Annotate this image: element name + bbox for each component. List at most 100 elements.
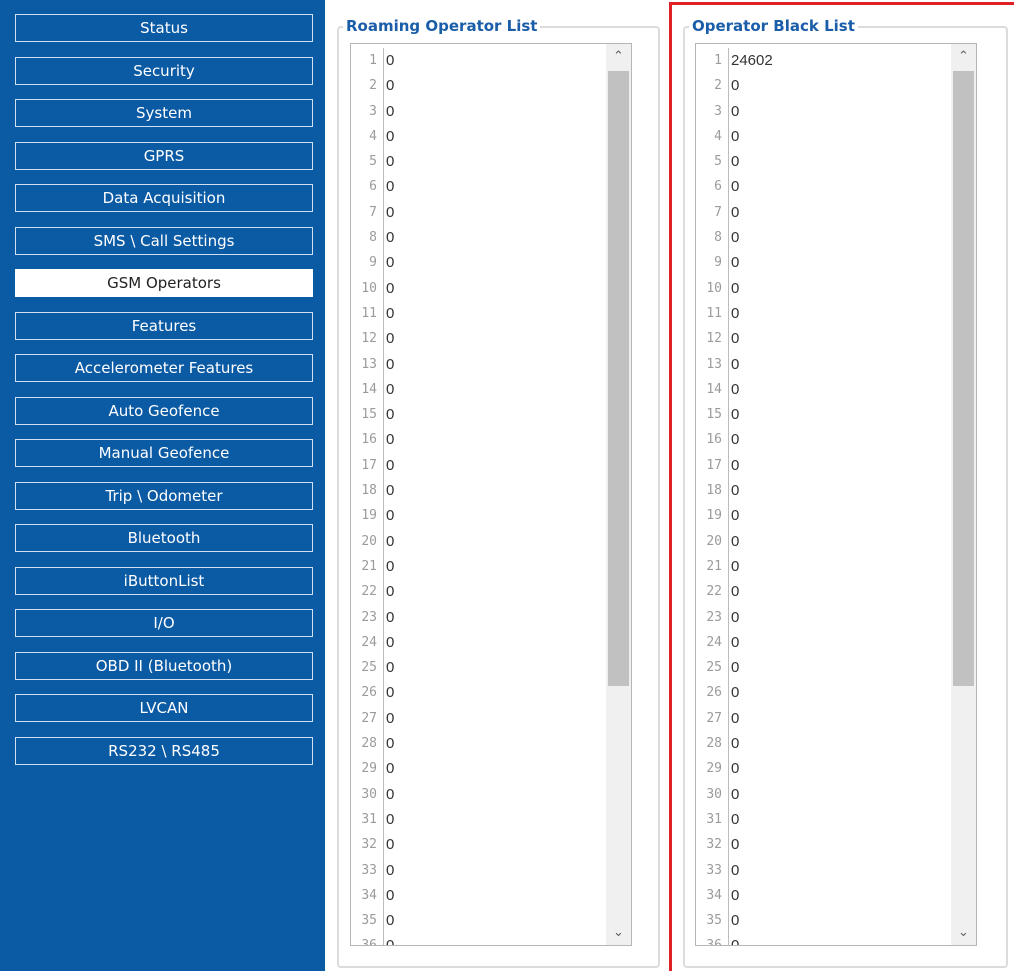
operator-code-line[interactable]: 0 [386, 48, 605, 73]
code-area[interactable]: 000000000000000000000000000000000000 [383, 48, 605, 945]
code-area[interactable]: 24602 0 0 0 0 0 0 0 0 0 0 0 0 0 0 0 0 0 0 0 0 0 0 0 0 0 0 0 0 0 0 0 0 0 0 0 [728, 48, 950, 945]
vertical-scrollbar[interactable]: ⌃ ⌄ [606, 44, 631, 945]
operator-code-line[interactable]: 0 [731, 276, 950, 301]
sidebar-item-gsm-operators[interactable]: GSM Operators [15, 269, 313, 297]
operator-code-line[interactable]: 0 [386, 453, 605, 478]
operator-code-line[interactable]: 0 [386, 326, 605, 351]
operator-code-line[interactable]: 0 [386, 478, 605, 503]
operator-code-line[interactable]: 0 [386, 225, 605, 250]
operator-code-line[interactable]: 0 [731, 503, 950, 528]
operator-code-line[interactable]: 0 [731, 630, 950, 655]
sidebar-item-lvcan[interactable]: LVCAN [15, 694, 313, 722]
operator-code-line[interactable]: 0 [731, 402, 950, 427]
operator-code-line[interactable]: 0 [386, 200, 605, 225]
operator-code-line[interactable]: 0 [731, 554, 950, 579]
sidebar-item-rs232-rs485[interactable]: RS232 \ RS485 [15, 736, 313, 765]
sidebar-item-bluetooth[interactable]: Bluetooth [15, 524, 313, 552]
operator-code-line[interactable]: 0 [731, 655, 950, 680]
operator-code-line[interactable]: 0 [386, 402, 605, 427]
operator-code-line[interactable]: 0 [731, 933, 950, 945]
operator-code-line[interactable]: 0 [731, 301, 950, 326]
operator-code-line[interactable]: 0 [731, 377, 950, 402]
sidebar-item-status[interactable]: Status [15, 14, 313, 42]
operator-code-line[interactable]: 0 [386, 579, 605, 604]
sidebar-item-trip-odometer[interactable]: Trip \ Odometer [15, 481, 313, 510]
operator-code-line[interactable]: 0 [386, 174, 605, 199]
operator-code-line[interactable]: 0 [386, 250, 605, 275]
sidebar-item-data-acquisition[interactable]: Data Acquisition [15, 184, 313, 212]
operator-code-line[interactable]: 0 [386, 706, 605, 731]
operator-code-line[interactable]: 0 [731, 858, 950, 883]
chevron-up-icon[interactable]: ⌃ [951, 44, 976, 69]
operator-code-line[interactable]: 24602 [731, 48, 950, 73]
scroll-thumb[interactable] [953, 71, 974, 686]
operator-code-line[interactable]: 0 [386, 301, 605, 326]
operator-code-line[interactable]: 0 [731, 706, 950, 731]
operator-code-line[interactable]: 0 [386, 832, 605, 857]
operator-code-line[interactable]: 0 [731, 200, 950, 225]
sidebar-item-i-o[interactable]: I/O [15, 609, 313, 637]
sidebar-item-manual-geofence[interactable]: Manual Geofence [15, 439, 313, 467]
sidebar-item-accelerometer-features[interactable]: Accelerometer Features [15, 354, 313, 382]
operator-code-line[interactable]: 0 [731, 99, 950, 124]
operator-code-line[interactable]: 0 [386, 680, 605, 705]
operator-code-line[interactable]: 0 [731, 782, 950, 807]
operator-code-line[interactable]: 0 [386, 782, 605, 807]
chevron-down-icon[interactable]: ⌄ [951, 920, 976, 945]
sidebar-item-security[interactable]: Security [15, 56, 313, 85]
sidebar-item-sms-call-settings[interactable]: SMS \ Call Settings [15, 226, 313, 255]
operator-code-line[interactable]: 0 [386, 554, 605, 579]
operator-code-line[interactable]: 0 [731, 478, 950, 503]
sidebar-item-gprs[interactable]: GPRS [15, 141, 313, 170]
chevron-down-icon[interactable]: ⌄ [606, 920, 631, 945]
operator-code-line[interactable]: 0 [386, 655, 605, 680]
chevron-up-icon[interactable]: ⌃ [606, 44, 631, 69]
operator-code-line[interactable]: 0 [731, 250, 950, 275]
operator-code-line[interactable]: 0 [386, 124, 605, 149]
operator-code-line[interactable]: 0 [386, 99, 605, 124]
sidebar-item-ibuttonlist[interactable]: iButtonList [15, 566, 313, 595]
operator-code-line[interactable]: 0 [386, 731, 605, 756]
operator-code-line[interactable]: 0 [386, 883, 605, 908]
operator-code-line[interactable]: 0 [386, 630, 605, 655]
operator-code-line[interactable]: 0 [386, 858, 605, 883]
operator-code-line[interactable]: 0 [731, 73, 950, 98]
operator-code-line[interactable]: 0 [731, 149, 950, 174]
operator-code-line[interactable]: 0 [731, 326, 950, 351]
operator-code-line[interactable]: 0 [386, 352, 605, 377]
operator-code-line[interactable]: 0 [386, 377, 605, 402]
sidebar-item-auto-geofence[interactable]: Auto Geofence [15, 396, 313, 425]
operator-code-line[interactable]: 0 [731, 225, 950, 250]
operator-code-line[interactable]: 0 [386, 908, 605, 933]
operator-code-line[interactable]: 0 [731, 579, 950, 604]
operator-code-line[interactable]: 0 [386, 503, 605, 528]
operator-code-line[interactable]: 0 [386, 73, 605, 98]
operator-code-line[interactable]: 0 [386, 807, 605, 832]
operator-code-line[interactable]: 0 [731, 680, 950, 705]
vertical-scrollbar[interactable]: ⌃ ⌄ [951, 44, 976, 945]
operator-code-line[interactable]: 0 [386, 933, 605, 945]
operator-black-list-editor[interactable]: 1 2 3 4 5 6 7 8 9 10 11 12 13 14 15 16 17 18 19 20 21 22 23 24 2… [695, 43, 977, 946]
operator-code-line[interactable]: 0 [731, 756, 950, 781]
operator-code-line[interactable]: 0 [386, 149, 605, 174]
operator-code-line[interactable]: 0 [731, 883, 950, 908]
operator-code-line[interactable]: 0 [731, 731, 950, 756]
sidebar-item-system[interactable]: System [15, 99, 313, 127]
operator-code-line[interactable]: 0 [731, 427, 950, 452]
operator-code-line[interactable]: 0 [386, 276, 605, 301]
operator-code-line[interactable]: 0 [731, 908, 950, 933]
operator-code-line[interactable]: 0 [731, 807, 950, 832]
operator-code-line[interactable]: 0 [386, 605, 605, 630]
operator-code-line[interactable]: 0 [386, 529, 605, 554]
operator-code-line[interactable]: 0 [731, 605, 950, 630]
sidebar-item-obd-ii-bluetooth[interactable]: OBD II (Bluetooth) [15, 651, 313, 680]
operator-code-line[interactable]: 0 [731, 352, 950, 377]
operator-code-line[interactable]: 0 [386, 427, 605, 452]
operator-code-line[interactable]: 0 [731, 832, 950, 857]
operator-code-line[interactable]: 0 [386, 756, 605, 781]
operator-code-line[interactable]: 0 [731, 529, 950, 554]
scroll-thumb[interactable] [608, 71, 629, 686]
sidebar-item-features[interactable]: Features [15, 311, 313, 340]
operator-code-line[interactable]: 0 [731, 124, 950, 149]
roaming-operator-editor[interactable]: 1 2 3 4 5 6 7 8 9 10 11 12 13 14 15 16 17 18 19 20 21 22 23 24 2… [350, 43, 632, 946]
